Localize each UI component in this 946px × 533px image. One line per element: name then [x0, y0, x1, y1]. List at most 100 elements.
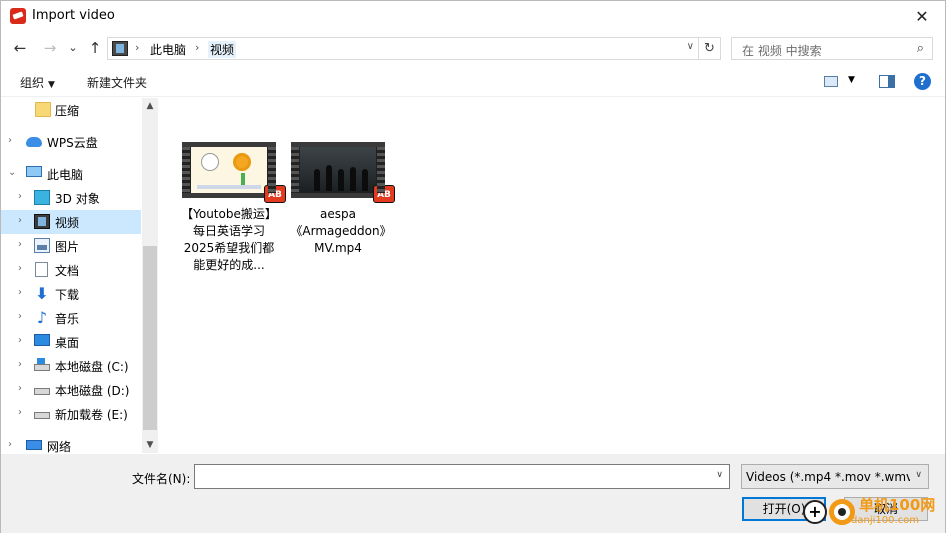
tree-item-music[interactable]: › ♪ 音乐 [1, 306, 141, 330]
breadcrumb-this-pc[interactable]: 此电脑 [150, 41, 186, 58]
address-bar[interactable]: › 此电脑 › 视频 ∨ [107, 37, 699, 60]
tree-item-label: 本地磁盘 (C:) [55, 360, 129, 374]
thumbnail-frame [191, 147, 267, 193]
chevron-right-icon[interactable]: › [18, 407, 22, 418]
tree-item-label: 本地磁盘 (D:) [55, 384, 130, 398]
chevron-down-icon[interactable]: ⌄ [8, 167, 16, 178]
chevron-right-icon[interactable]: › [18, 383, 22, 394]
video-thumbnail: AB [291, 142, 395, 203]
help-icon[interactable]: ? [914, 73, 931, 90]
chevron-right-icon[interactable]: › [18, 263, 22, 274]
drive-icon [34, 388, 50, 395]
filename-label: 文件名(N): [132, 472, 191, 486]
file-item-video-2[interactable]: AB aespa《Armageddon》MV.mp4 [288, 142, 395, 257]
silhouette [350, 167, 356, 191]
tree-item-documents[interactable]: › 文档 [1, 258, 141, 282]
chevron-right-icon[interactable]: › [18, 287, 22, 298]
chevron-right-icon[interactable]: › [18, 191, 22, 202]
tree-item-label: 网络 [47, 440, 72, 454]
breadcrumb-separator: › [195, 41, 200, 54]
tree-item-label: 压缩 [55, 104, 80, 118]
chevron-right-icon[interactable]: › [18, 359, 22, 370]
chevron-right-icon[interactable]: › [18, 335, 22, 346]
desktop-icon [34, 334, 50, 346]
silhouette [326, 165, 332, 191]
up-button[interactable]: ↑ [85, 38, 105, 58]
import-video-dialog: Import video ✕ ← → ⌄ ↑ › 此电脑 › 视频 ∨ ↻ 在 … [0, 0, 946, 533]
file-list-view[interactable]: AB 【Youtobe搬运】每日英语学习2025希望我们都能更好的成... AB… [159, 98, 945, 453]
silhouette [314, 169, 320, 191]
forward-button[interactable]: → [40, 38, 60, 58]
address-dropdown-button[interactable]: ∨ [687, 41, 694, 52]
back-button[interactable]: ← [10, 38, 30, 58]
tree-item-drive-c[interactable]: › 本地磁盘 (C:) [1, 354, 141, 378]
organize-label: 组织 [20, 76, 45, 90]
file-type-value: Videos (*.mp4 *.mov *.wmv * [746, 470, 910, 484]
tree-item-drive-d[interactable]: › 本地磁盘 (D:) [1, 378, 141, 402]
chevron-right-icon[interactable]: › [8, 439, 12, 450]
organize-menu-button[interactable]: 组织 ▼ [20, 74, 55, 91]
tree-item-label: WPS云盘 [47, 136, 98, 150]
tree-item-drive-e[interactable]: › 新加载卷 (E:) [1, 402, 141, 426]
change-view-icon[interactable] [824, 76, 838, 87]
chevron-right-icon[interactable]: › [18, 239, 22, 250]
file-item-video-1[interactable]: AB 【Youtobe搬运】每日英语学习2025希望我们都能更好的成... [179, 142, 286, 274]
tree-item-label: 桌面 [55, 336, 80, 350]
watermark-url: danji100.com [851, 515, 919, 526]
tree-item-label: 文档 [55, 264, 80, 278]
recent-locations-button[interactable]: ⌄ [63, 38, 83, 58]
ab-player-badge-icon: AB [264, 185, 286, 203]
chevron-down-icon: ∨ [915, 470, 922, 480]
preview-pane-icon[interactable] [879, 75, 895, 88]
video-folder-icon [112, 41, 128, 56]
computer-icon [26, 166, 42, 177]
cloud-icon [26, 137, 42, 147]
app-logo-icon [10, 8, 26, 24]
navigation-bar: ← → ⌄ ↑ › 此电脑 › 视频 ∨ ↻ 在 视频 中搜索 ⌕ [1, 32, 945, 64]
navigation-pane: 压缩 › WPS云盘 ⌄ 此电脑 › 3D 对象 › 视频 › 图片 › 文档 … [1, 98, 158, 454]
filename-input[interactable]: ∨ [194, 464, 730, 489]
tree-item-label: 新加载卷 (E:) [55, 408, 128, 422]
chevron-right-icon[interactable]: › [8, 135, 12, 146]
documents-icon [35, 262, 48, 277]
thumbnail-caption [197, 185, 261, 189]
chevron-right-icon[interactable]: › [18, 215, 22, 226]
silhouette [362, 169, 368, 191]
scroll-thumb[interactable] [143, 246, 157, 430]
nav-pane-scrollbar[interactable]: ▲ ▼ [142, 98, 158, 453]
view-options-dropdown[interactable]: ▼ [848, 75, 855, 85]
scroll-up-icon[interactable]: ▲ [142, 98, 158, 114]
search-input[interactable]: 在 视频 中搜索 ⌕ [731, 37, 933, 60]
tree-item-desktop[interactable]: › 桌面 [1, 330, 141, 354]
file-name: aespa《Armageddon》MV.mp4 [290, 207, 386, 255]
folder-icon [35, 102, 51, 117]
chevron-right-icon[interactable]: › [18, 311, 22, 322]
scroll-down-icon[interactable]: ▼ [142, 437, 158, 453]
chevron-down-icon: ▼ [48, 80, 55, 90]
window-title: Import video [32, 8, 115, 23]
tree-item-3d-objects[interactable]: › 3D 对象 [1, 186, 141, 210]
drive-icon [34, 412, 50, 419]
tree-item-label: 3D 对象 [55, 192, 100, 206]
tree-item-this-pc[interactable]: ⌄ 此电脑 [1, 162, 141, 186]
close-button[interactable]: ✕ [899, 1, 945, 32]
search-placeholder: 在 视频 中搜索 [742, 44, 822, 58]
file-type-select[interactable]: Videos (*.mp4 *.mov *.wmv * ∨ [741, 464, 929, 489]
cube-icon [34, 190, 50, 205]
tree-item-downloads[interactable]: › ⬇ 下载 [1, 282, 141, 306]
new-folder-button[interactable]: 新建文件夹 [87, 74, 147, 91]
download-icon: ⬇ [35, 284, 49, 303]
tree-item-wps-cloud[interactable]: › WPS云盘 [1, 130, 141, 154]
breadcrumb-videos[interactable]: 视频 [208, 41, 237, 58]
tree-item-videos[interactable]: › 视频 [1, 210, 141, 234]
silhouette [338, 169, 344, 191]
refresh-button[interactable]: ↻ [699, 37, 721, 60]
site-watermark-logo: + 单机100网 danji100.com [803, 494, 946, 532]
command-toolbar: 组织 ▼ 新建文件夹 ▼ ? [1, 67, 945, 97]
filename-history-dropdown[interactable]: ∨ [716, 470, 723, 480]
network-icon [26, 440, 42, 450]
tree-item-compressed[interactable]: 压缩 [1, 98, 141, 122]
tree-item-pictures[interactable]: › 图片 [1, 234, 141, 258]
pictures-icon [34, 238, 50, 253]
video-folder-icon [34, 214, 50, 229]
